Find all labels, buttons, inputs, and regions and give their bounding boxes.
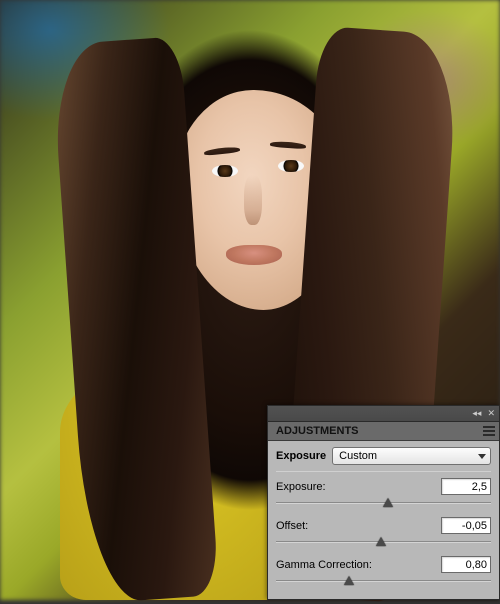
panel-body: Exposure Custom Exposure: Offset: (268, 441, 499, 599)
subject-eye (278, 160, 304, 172)
exposure-thumb[interactable] (383, 498, 393, 507)
close-icon[interactable]: ✕ (487, 408, 495, 419)
collapse-icon[interactable]: ◂◂ (472, 408, 481, 419)
subject-lips (226, 245, 282, 265)
chevron-down-icon (478, 454, 486, 459)
offset-track[interactable] (276, 536, 491, 548)
gamma-label: Gamma Correction: (276, 559, 372, 571)
gamma-input[interactable] (441, 556, 491, 573)
offset-label: Offset: (276, 520, 308, 532)
offset-input[interactable] (441, 517, 491, 534)
gamma-track[interactable] (276, 575, 491, 587)
divider (276, 471, 491, 472)
adjustment-name: Exposure (276, 450, 326, 462)
panel-title-row: ADJUSTMENTS (268, 422, 499, 441)
preset-value: Custom (339, 450, 377, 462)
adjustments-panel: ◂◂ ✕ ADJUSTMENTS Exposure Custom Exposur… (267, 405, 500, 600)
panel-title[interactable]: ADJUSTMENTS (268, 422, 367, 440)
offset-slider-group: Offset: (276, 517, 491, 548)
preset-dropdown[interactable]: Custom (332, 447, 491, 465)
exposure-track[interactable] (276, 497, 491, 509)
panel-tabbar: ◂◂ ✕ (268, 406, 499, 422)
subject-nose (244, 175, 262, 225)
panel-menu-icon[interactable] (481, 423, 497, 439)
exposure-input[interactable] (441, 478, 491, 495)
subject-eye (212, 165, 238, 177)
offset-thumb[interactable] (376, 537, 386, 546)
gamma-thumb[interactable] (344, 576, 354, 585)
exposure-slider-group: Exposure: (276, 478, 491, 509)
exposure-label: Exposure: (276, 481, 326, 493)
gamma-slider-group: Gamma Correction: (276, 556, 491, 587)
